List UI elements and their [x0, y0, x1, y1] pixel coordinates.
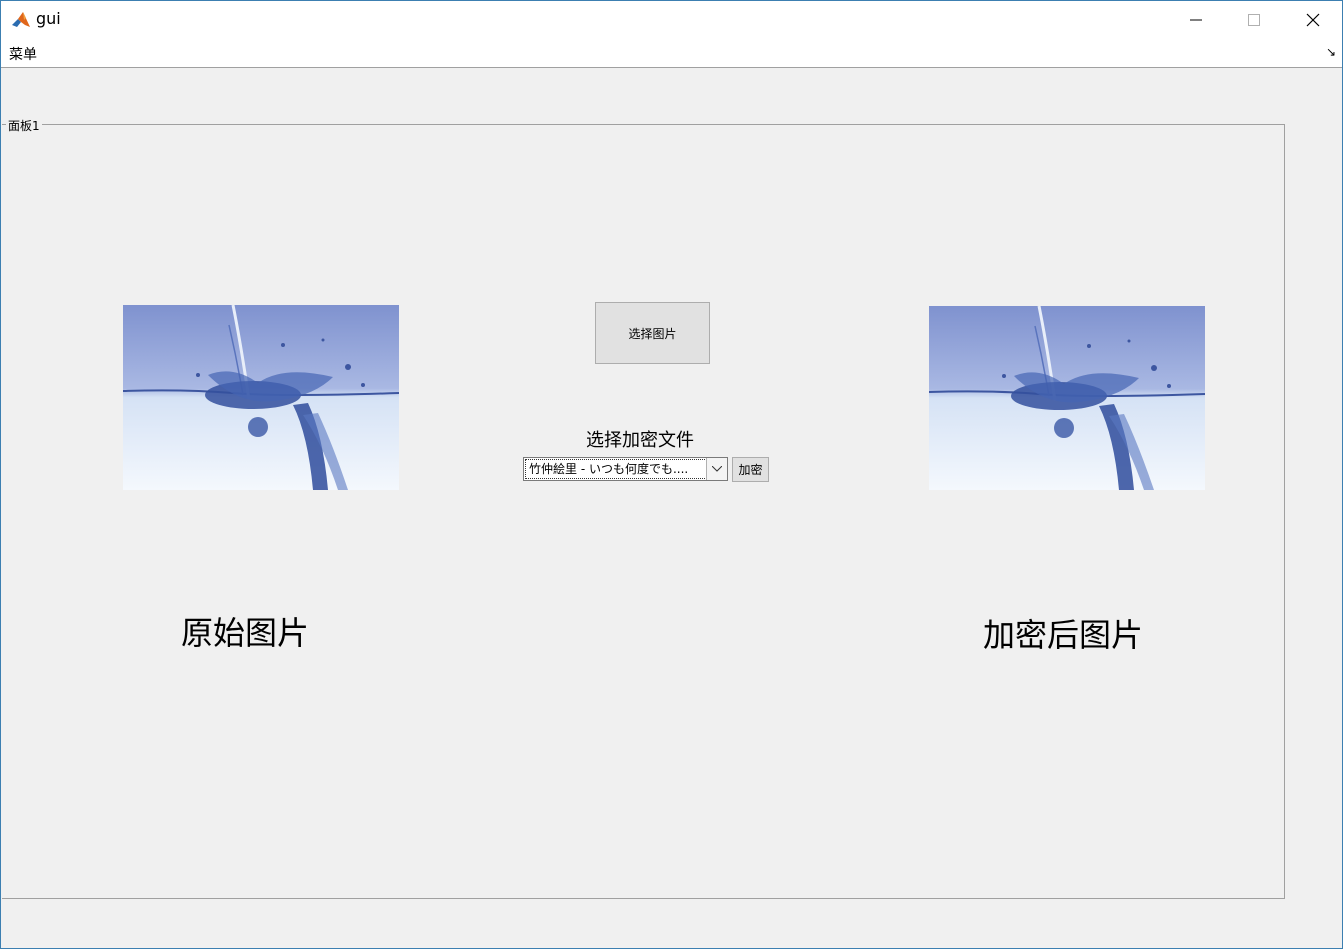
select-file-label: 选择加密文件 [586, 430, 694, 451]
original-image-caption: 原始图片 [181, 614, 310, 652]
maximize-icon[interactable] [1225, 1, 1283, 39]
original-image [123, 305, 399, 490]
chevron-down-icon[interactable] [706, 458, 727, 480]
panel-title: 面板1 [6, 117, 42, 134]
dropdown-selected-value: 竹仲絵里 - いつも何度でも.... [525, 459, 707, 479]
encrypted-image [929, 306, 1205, 490]
file-dropdown[interactable]: 竹仲絵里 - いつも何度でも.... [523, 457, 728, 481]
menu-item-main[interactable]: 菜单 [9, 44, 37, 64]
encrypted-image-caption: 加密后图片 [983, 616, 1144, 654]
panel-frame [2, 124, 1285, 899]
toolbar-toggle-icon[interactable]: ↘ [1326, 45, 1336, 59]
close-icon[interactable] [1284, 1, 1342, 39]
title-bar[interactable]: gui [1, 1, 1342, 39]
encrypt-button[interactable]: 加密 [732, 457, 769, 482]
select-image-button[interactable]: 选择图片 [595, 302, 710, 364]
app-window: gui 菜单 ↘ 面板1 选择图片 选择加密文件 竹仲絵里 - いつも何度でも.… [0, 0, 1343, 949]
menu-bar: 菜单 ↘ [1, 39, 1342, 68]
window-title: gui [36, 9, 61, 28]
minimize-icon[interactable] [1167, 1, 1225, 39]
matlab-icon [11, 10, 31, 30]
